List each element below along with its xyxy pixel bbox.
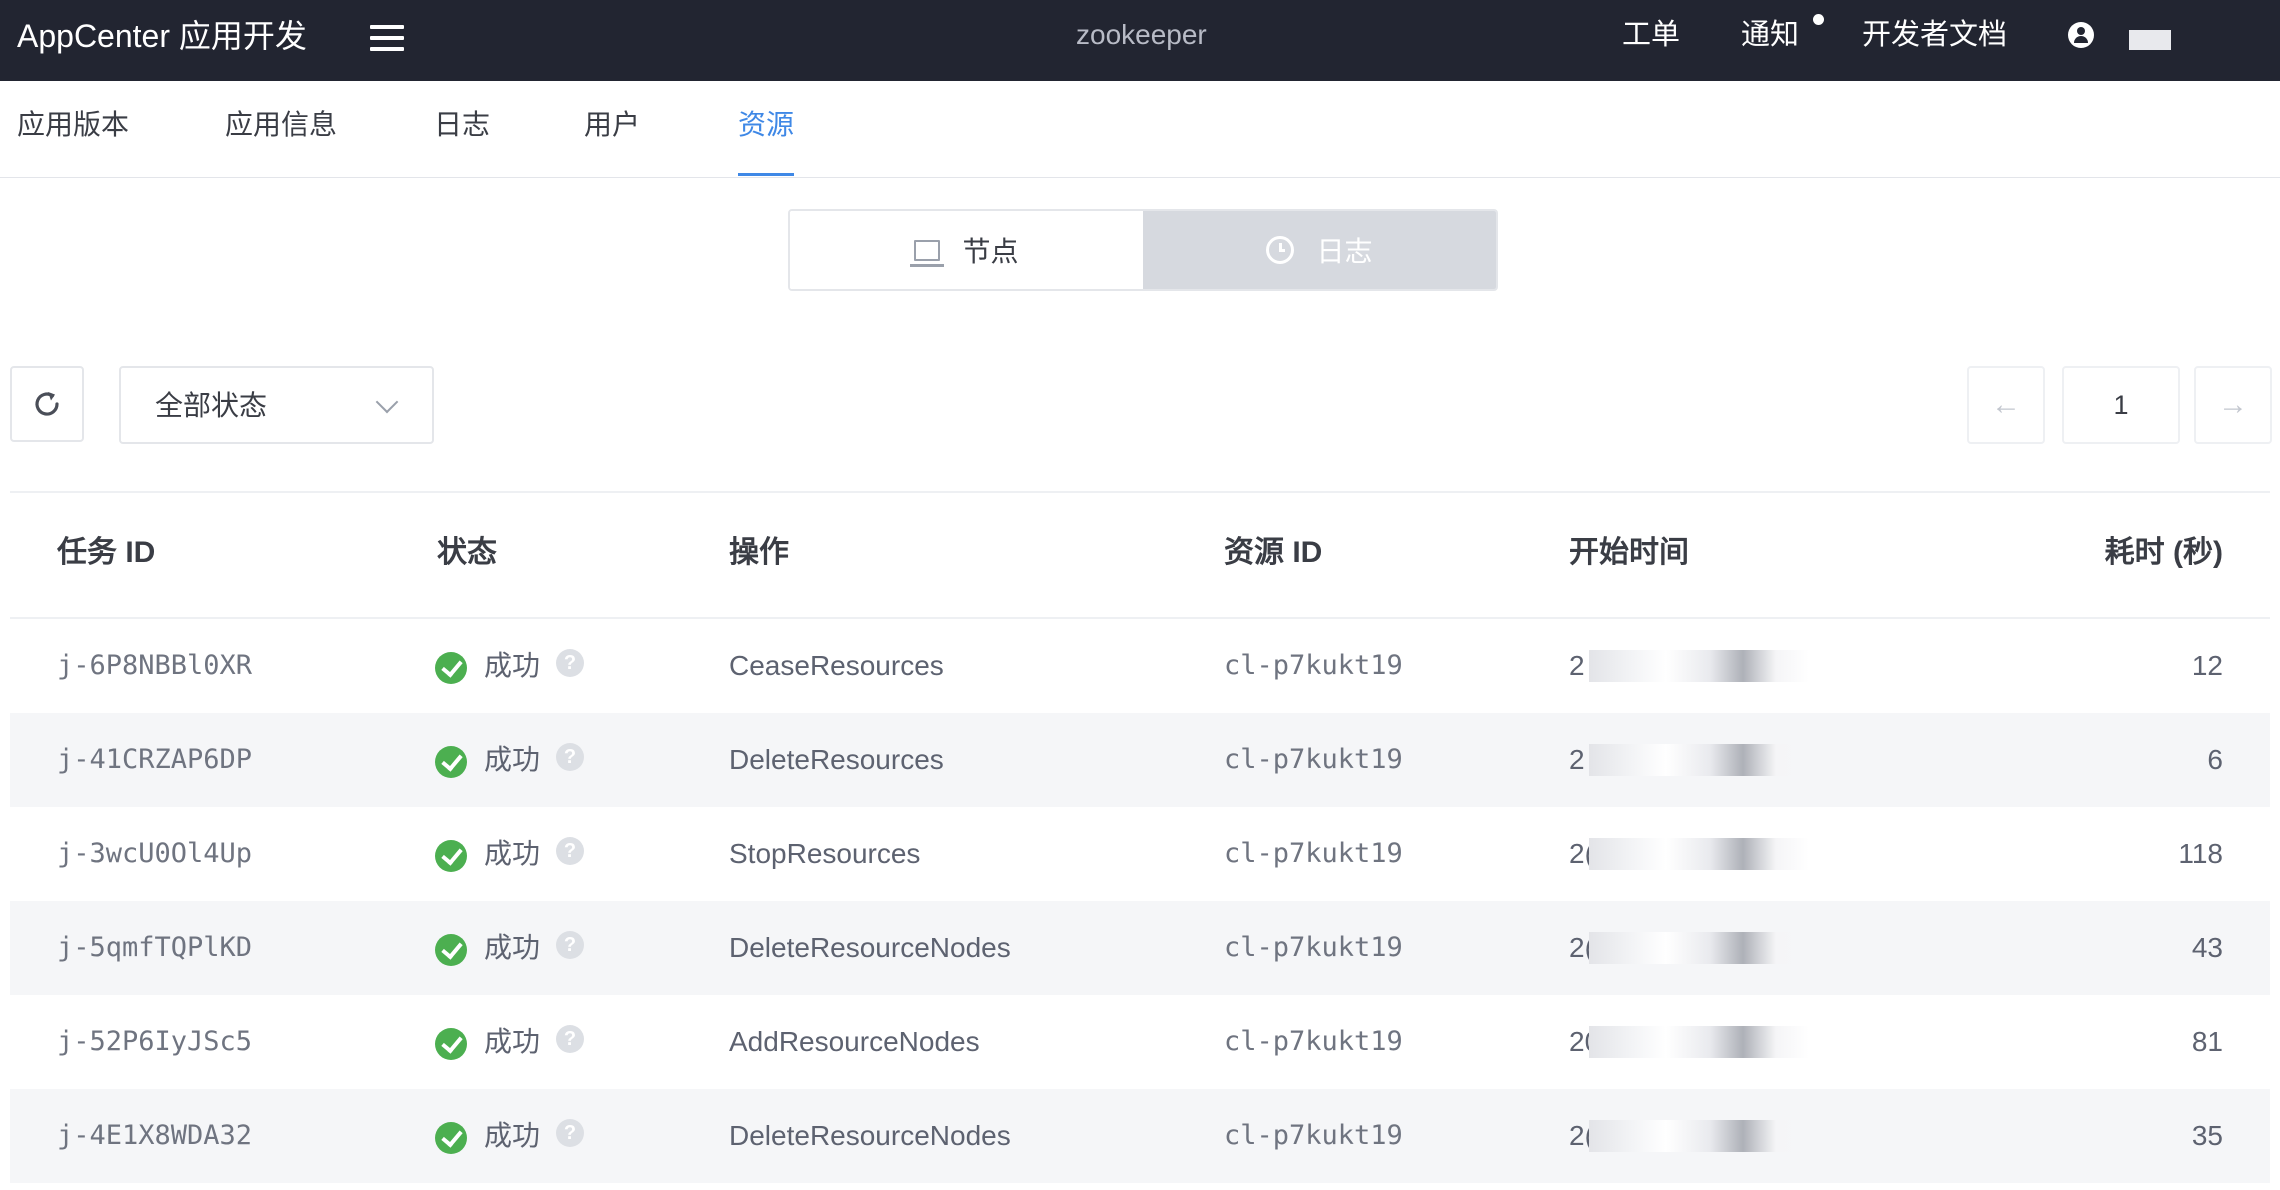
status-text: 成功 — [484, 650, 541, 681]
help-icon[interactable]: ? — [556, 743, 584, 771]
action-name: AddResourceNodes — [729, 1026, 980, 1057]
status-filter-value: 全部状态 — [155, 390, 268, 421]
start-time: 2( ):40 — [1569, 834, 1829, 874]
duration-value: 118 — [2178, 838, 2223, 869]
segment-nodes-label: 节点 — [962, 236, 1019, 267]
resource-id-link[interactable]: cl-p7kukt19 — [1224, 1116, 1403, 1156]
arrow-right-icon: → — [2218, 388, 2248, 421]
current-page: 1 — [2062, 366, 2180, 444]
success-check-icon — [435, 840, 467, 872]
refresh-button[interactable] — [10, 366, 84, 442]
tab-logs[interactable]: 日志 — [434, 107, 490, 143]
refresh-icon — [35, 392, 59, 416]
prev-page-button[interactable]: ← — [1967, 366, 2045, 444]
action-name: DeleteResourceNodes — [729, 932, 1011, 963]
help-icon[interactable]: ? — [556, 837, 584, 865]
success-check-icon — [435, 746, 467, 778]
job-id-link[interactable]: j-4E1X8WDA32 — [57, 1116, 252, 1156]
status-text: 成功 — [484, 1026, 541, 1057]
duration-value: 81 — [2191, 1026, 2223, 1057]
tab-app-versions[interactable]: 应用版本 — [17, 107, 129, 143]
status-text: 成功 — [484, 744, 541, 775]
duration-value: 43 — [2191, 932, 2223, 963]
start-time: 2 2:42 — [1569, 646, 1829, 686]
success-check-icon — [435, 652, 467, 684]
resource-id-link[interactable]: cl-p7kukt19 — [1224, 740, 1403, 780]
header-duration: 耗时 (秒) — [2104, 536, 2223, 569]
resource-id-link[interactable]: cl-p7kukt19 — [1224, 834, 1403, 874]
job-id-link[interactable]: j-52P6IyJSc5 — [57, 1022, 252, 1062]
resource-id-link[interactable]: cl-p7kukt19 — [1224, 928, 1403, 968]
segment-logs[interactable]: 日志 — [1143, 211, 1496, 289]
duration-value: 12 — [2191, 650, 2223, 681]
table-row[interactable]: j-3wcU0Ol4Up 成功 ? StopResources cl-p7kuk… — [10, 807, 2270, 901]
tab-resources[interactable]: 资源 — [738, 107, 794, 143]
header-action: 操作 — [729, 536, 789, 569]
duration-value: 35 — [2191, 1120, 2223, 1151]
table-header: 任务 ID 状态 操作 资源 ID 开始时间 耗时 (秒) — [10, 493, 2270, 619]
notifications-link[interactable]: 通知 — [1741, 17, 1799, 53]
table-row[interactable]: j-4E1X8WDA32 成功 ? DeleteResourceNodes cl… — [10, 1089, 2270, 1183]
job-id-link[interactable]: j-3wcU0Ol4Up — [57, 834, 252, 874]
brand-title[interactable]: AppCenter 应用开发 — [17, 16, 307, 56]
developer-docs-link[interactable]: 开发者文档 — [1862, 17, 2007, 53]
tickets-link[interactable]: 工单 — [1622, 17, 1680, 53]
user-avatar-icon[interactable] — [2068, 22, 2094, 48]
hamburger-menu-icon[interactable] — [370, 24, 404, 52]
action-name: DeleteResourceNodes — [729, 1120, 1011, 1151]
clock-icon — [1266, 236, 1295, 264]
page-tabs: 应用版本 应用信息 日志 用户 资源 — [0, 81, 2280, 178]
current-app-name: zookeeper — [1076, 19, 1207, 50]
status-text: 成功 — [484, 838, 541, 869]
table-row[interactable]: j-52P6IyJSc5 成功 ? AddResourceNodes cl-p7… — [10, 995, 2270, 1089]
tab-app-info[interactable]: 应用信息 — [225, 107, 337, 143]
start-time: 20 9:46 — [1569, 1022, 1829, 1062]
header-status: 状态 — [437, 536, 497, 569]
success-check-icon — [435, 934, 467, 966]
top-navigation-bar: AppCenter 应用开发 zookeeper 工单 通知 开发者文档 — [0, 0, 2280, 81]
resource-id-link[interactable]: cl-p7kukt19 — [1224, 1022, 1403, 1062]
header-resource-id: 资源 ID — [1224, 536, 1323, 569]
chevron-down-icon — [375, 390, 399, 414]
table-row[interactable]: j-5qmfTQPlKD 成功 ? DeleteResourceNodes cl… — [10, 901, 2270, 995]
arrow-left-icon: ← — [1991, 388, 2021, 421]
user-name-masked[interactable] — [2129, 30, 2171, 50]
next-page-button[interactable]: → — [2194, 366, 2272, 444]
help-icon[interactable]: ? — [556, 1119, 584, 1147]
action-name: StopResources — [729, 838, 921, 869]
success-check-icon — [435, 1028, 467, 1060]
job-id-link[interactable]: j-41CRZAP6DP — [57, 740, 252, 780]
start-time: 2 42 — [1569, 740, 1829, 780]
active-tab-indicator — [738, 173, 794, 176]
action-name: CeaseResources — [729, 650, 944, 681]
header-start-time: 开始时间 — [1569, 536, 1689, 569]
duration-value: 6 — [2207, 744, 2223, 775]
segment-logs-label: 日志 — [1316, 236, 1373, 267]
status-text: 成功 — [484, 932, 541, 963]
action-name: DeleteResources — [729, 744, 944, 775]
help-icon[interactable]: ? — [556, 649, 584, 677]
start-time: 2( 09:45 — [1569, 1116, 1829, 1156]
tab-users[interactable]: 用户 — [584, 107, 640, 143]
success-check-icon — [435, 1122, 467, 1154]
view-switcher: 节点 日志 — [788, 209, 1498, 291]
monitor-icon — [910, 239, 945, 267]
help-icon[interactable]: ? — [556, 1025, 584, 1053]
status-filter-select[interactable]: 全部状态 — [119, 366, 434, 444]
job-id-link[interactable]: j-6P8NBBl0XR — [57, 646, 252, 686]
status-text: 成功 — [484, 1120, 541, 1151]
resource-id-link[interactable]: cl-p7kukt19 — [1224, 646, 1403, 686]
table-row[interactable]: j-6P8NBBl0XR 成功 ? CeaseResources cl-p7ku… — [10, 619, 2270, 713]
start-time: 2( ):57 — [1569, 928, 1829, 968]
table-row[interactable]: j-41CRZAP6DP 成功 ? DeleteResources cl-p7k… — [10, 713, 2270, 807]
job-id-link[interactable]: j-5qmfTQPlKD — [57, 928, 252, 968]
notification-dot-icon — [1813, 14, 1824, 25]
header-job-id: 任务 ID — [57, 536, 156, 569]
segment-nodes[interactable]: 节点 — [790, 211, 1143, 289]
help-icon[interactable]: ? — [556, 931, 584, 959]
